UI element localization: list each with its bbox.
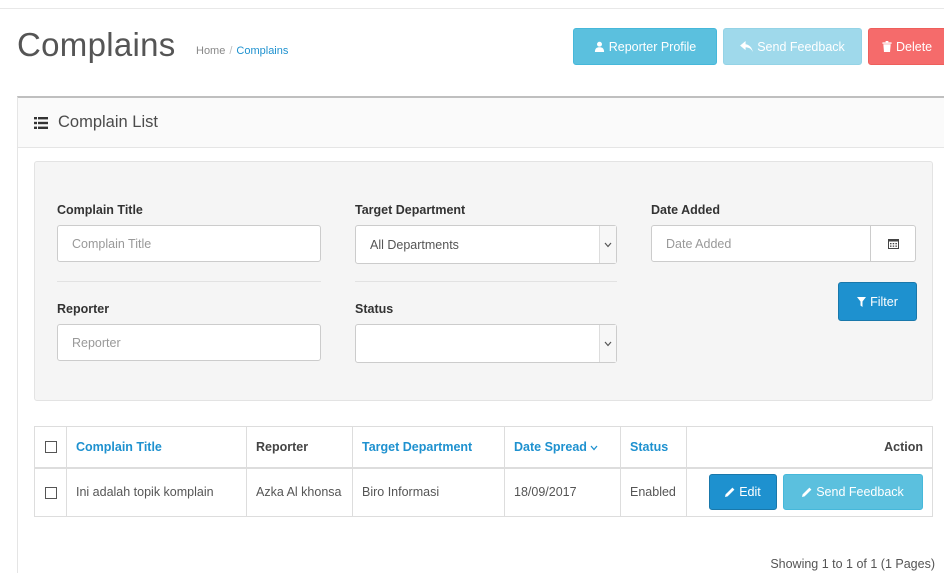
pencil-icon <box>802 487 812 498</box>
select-all-checkbox[interactable] <box>44 441 57 454</box>
divider <box>57 281 321 282</box>
breadcrumb-complains[interactable]: Complains <box>236 45 288 57</box>
complain-title-input[interactable]: Complain Title <box>57 225 321 262</box>
table-header-row: Complain Title Reporter Target Departmen… <box>34 426 933 469</box>
edit-button[interactable]: Edit <box>709 474 777 511</box>
reporter-label: Reporter <box>57 302 110 316</box>
send-feedback-button[interactable]: Send Feedback <box>723 28 862 65</box>
target-department-value: All Departments <box>370 237 459 252</box>
status-select[interactable] <box>355 324 617 363</box>
column-status[interactable]: Status <box>620 426 687 469</box>
calendar-button[interactable] <box>870 226 915 261</box>
filter-icon <box>857 296 867 307</box>
send-feedback-label: Send Feedback <box>757 39 845 54</box>
complain-title-label: Complain Title <box>57 203 143 217</box>
chevron-down-icon <box>599 325 616 362</box>
row-select-cell <box>34 467 67 517</box>
cell-actions: Edit Send Feedback <box>686 467 933 517</box>
column-date-spread[interactable]: Date Spread <box>504 426 621 469</box>
chevron-down-icon <box>590 445 598 451</box>
complain-table: Complain Title Reporter Target Departmen… <box>34 426 933 517</box>
column-date-spread-label: Date Spread <box>514 439 587 454</box>
row-send-feedback-label: Send Feedback <box>816 485 904 500</box>
reply-icon <box>740 41 754 52</box>
column-complain-title[interactable]: Complain Title <box>66 426 247 469</box>
target-department-select[interactable]: All Departments <box>355 225 617 264</box>
panel-title: Complain List <box>58 113 158 131</box>
date-added-label: Date Added <box>651 203 720 217</box>
column-reporter: Reporter <box>246 426 353 469</box>
column-action: Action <box>686 426 933 469</box>
reporter-input[interactable]: Reporter <box>57 324 321 361</box>
row-send-feedback-button[interactable]: Send Feedback <box>783 474 923 511</box>
delete-label: Delete <box>896 39 933 54</box>
panel-heading: Complain List <box>18 98 944 148</box>
breadcrumb: Home / Complains <box>196 45 289 57</box>
date-added-placeholder: Date Added <box>666 236 732 251</box>
reporter-profile-label: Reporter Profile <box>608 39 697 54</box>
trash-icon <box>882 41 892 52</box>
list-icon <box>34 116 48 129</box>
page-title: Complains <box>17 26 176 63</box>
divider <box>355 281 617 282</box>
pencil-icon <box>725 487 735 498</box>
filter-area: Complain Title Complain Title Target Dep… <box>34 161 933 401</box>
filter-button[interactable]: Filter <box>838 282 917 321</box>
cell-complain-title: Ini adalah topik komplain <box>66 467 247 517</box>
filter-label: Filter <box>870 294 898 309</box>
date-added-input[interactable]: Date Added <box>651 225 916 262</box>
cell-status: Enabled <box>620 467 687 517</box>
chevron-down-icon <box>599 226 616 263</box>
reporter-profile-button[interactable]: Reporter Profile <box>573 28 717 65</box>
row-checkbox[interactable] <box>44 486 57 499</box>
target-department-label: Target Department <box>355 203 466 217</box>
edit-label: Edit <box>739 485 761 500</box>
user-icon <box>594 41 604 52</box>
table-row: Ini adalah topik komplain Azka Al khonsa… <box>34 467 933 517</box>
status-label: Status <box>355 302 394 316</box>
complain-title-placeholder: Complain Title <box>72 236 152 251</box>
delete-button[interactable]: Delete <box>868 28 944 65</box>
select-all-cell <box>34 426 67 469</box>
pagination-info: Showing 1 to 1 of 1 (1 Pages) <box>770 557 935 571</box>
cell-reporter: Azka Al khonsa <box>246 467 353 517</box>
cell-date: 18/09/2017 <box>504 467 621 517</box>
cell-department: Biro Informasi <box>352 467 505 517</box>
column-target-department[interactable]: Target Department <box>352 426 505 469</box>
complain-list-panel: Complain List Complain Title Complain Ti… <box>17 96 944 573</box>
calendar-icon <box>887 239 899 249</box>
top-border <box>0 8 944 9</box>
reporter-placeholder: Reporter <box>72 335 121 350</box>
breadcrumb-home[interactable]: Home <box>196 45 225 57</box>
